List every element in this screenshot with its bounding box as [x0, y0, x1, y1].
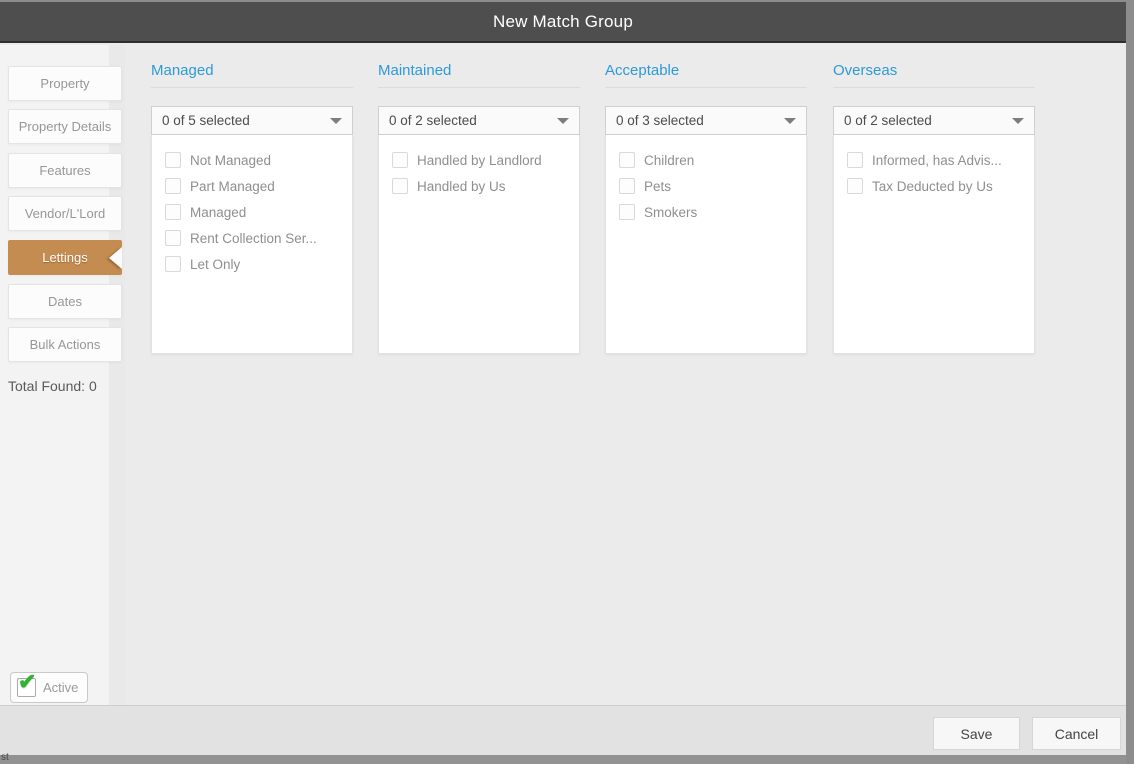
- option-label: Smokers: [644, 204, 698, 220]
- option-label: Handled by Us: [417, 178, 506, 194]
- column-maintained: Maintained 0 of 2 selected Handled by La…: [378, 45, 580, 354]
- active-checkbox[interactable]: ✔ Active: [10, 671, 89, 703]
- dropdown-summary: 0 of 2 selected: [389, 113, 477, 128]
- sidebar-item-label: Features: [39, 163, 91, 178]
- column-title: Maintained: [378, 62, 452, 79]
- checkbox[interactable]: [165, 204, 181, 220]
- sidebar-item-property-details[interactable]: Property Details: [8, 109, 122, 144]
- checkbox[interactable]: [619, 204, 635, 220]
- dialog-title: New Match Group: [493, 11, 633, 31]
- option-row[interactable]: Handled by Us: [379, 173, 579, 199]
- option-label: Tax Deducted by Us: [872, 178, 993, 194]
- cancel-button[interactable]: Cancel: [1032, 717, 1121, 750]
- sidebar-band: [109, 45, 125, 705]
- maintained-multiselect-dropdown[interactable]: 0 of 2 selected: [378, 106, 580, 135]
- background-window-edge: [0, 755, 1134, 764]
- chevron-down-icon: [784, 117, 796, 124]
- sidebar-item-dates[interactable]: Dates: [8, 284, 122, 319]
- chevron-down-icon: [557, 117, 569, 124]
- checkbox[interactable]: [165, 230, 181, 246]
- option-list: Children Pets Smokers: [605, 135, 807, 354]
- clipped-background-text: st: [1, 752, 9, 763]
- sidebar-item-property[interactable]: Property: [8, 66, 122, 101]
- option-row[interactable]: Not Managed: [152, 147, 352, 173]
- option-row[interactable]: Children: [606, 147, 806, 173]
- option-label: Part Managed: [190, 178, 275, 194]
- dialog-footer: Save Cancel: [0, 705, 1126, 755]
- sidebar-item-label: Bulk Actions: [29, 337, 101, 352]
- acceptable-multiselect-dropdown[interactable]: 0 of 3 selected: [605, 106, 807, 135]
- option-row[interactable]: Part Managed: [152, 173, 352, 199]
- sidebar-item-lettings[interactable]: Lettings: [8, 240, 122, 275]
- managed-multiselect-dropdown[interactable]: 0 of 5 selected: [151, 106, 353, 135]
- save-button[interactable]: Save: [933, 717, 1020, 750]
- option-label: Rent Collection Ser...: [190, 230, 317, 246]
- column-title-rule: [833, 87, 1035, 88]
- dropdown-summary: 0 of 2 selected: [844, 113, 932, 128]
- active-checkbox-label: Active: [43, 680, 79, 695]
- option-list: Handled by Landlord Handled by Us: [378, 135, 580, 354]
- sidebar-item-bulk-actions[interactable]: Bulk Actions: [8, 327, 122, 362]
- column-title: Overseas: [833, 62, 898, 79]
- chevron-down-icon: [1012, 117, 1024, 124]
- column-title-rule: [378, 87, 580, 88]
- option-label: Children: [644, 152, 695, 168]
- checkbox[interactable]: [847, 152, 863, 168]
- sidebar-item-label: Property Details: [18, 119, 112, 134]
- option-list: Not Managed Part Managed Managed Rent Co…: [151, 135, 353, 354]
- active-tab-arrow-icon: [109, 246, 122, 269]
- column-acceptable: Acceptable 0 of 3 selected Children Pets…: [605, 45, 807, 354]
- option-row[interactable]: Let Only: [152, 251, 352, 277]
- column-title: Acceptable: [605, 62, 680, 79]
- option-row[interactable]: Handled by Landlord: [379, 147, 579, 173]
- option-row[interactable]: Informed, has Advis...: [834, 147, 1034, 173]
- column-managed: Managed 0 of 5 selected Not Managed Part…: [151, 45, 353, 354]
- option-row[interactable]: Tax Deducted by Us: [834, 173, 1034, 199]
- option-label: Handled by Landlord: [417, 152, 542, 168]
- sidebar: Property Property Details Features Vendo…: [0, 45, 125, 705]
- option-label: Informed, has Advis...: [872, 152, 1002, 168]
- option-row[interactable]: Managed: [152, 199, 352, 225]
- option-label: Not Managed: [190, 152, 272, 168]
- dropdown-summary: 0 of 5 selected: [162, 113, 250, 128]
- checkbox[interactable]: [619, 178, 635, 194]
- checkbox[interactable]: [165, 152, 181, 168]
- new-match-group-dialog: New Match Group Property Property Detail…: [0, 0, 1134, 764]
- sidebar-item-label: Property: [40, 76, 90, 91]
- column-title-rule: [151, 87, 353, 88]
- option-row[interactable]: Rent Collection Ser...: [152, 225, 352, 251]
- checkbox[interactable]: [392, 152, 408, 168]
- sidebar-item-features[interactable]: Features: [8, 153, 122, 188]
- checkbox[interactable]: [392, 178, 408, 194]
- active-checkbox-box[interactable]: ✔: [17, 671, 36, 697]
- match-criteria-area: Managed 0 of 5 selected Not Managed Part…: [125, 45, 1126, 705]
- sidebar-item-label: Lettings: [42, 250, 88, 265]
- checkbox[interactable]: [165, 178, 181, 194]
- option-row[interactable]: Smokers: [606, 199, 806, 225]
- column-overseas: Overseas 0 of 2 selected Informed, has A…: [833, 45, 1035, 354]
- checkbox[interactable]: [165, 256, 181, 272]
- column-title: Managed: [151, 62, 214, 79]
- dropdown-summary: 0 of 3 selected: [616, 113, 704, 128]
- overseas-multiselect-dropdown[interactable]: 0 of 2 selected: [833, 106, 1035, 135]
- dialog-titlebar: New Match Group: [0, 2, 1126, 43]
- check-icon: ✔: [18, 669, 37, 694]
- checkbox[interactable]: [619, 152, 635, 168]
- sidebar-item-label: Vendor/L'Lord: [24, 206, 106, 221]
- background-window-right-edge: [1126, 0, 1134, 764]
- checkbox[interactable]: [847, 178, 863, 194]
- column-title-rule: [605, 87, 807, 88]
- total-found-label: Total Found: 0: [8, 378, 97, 394]
- chevron-down-icon: [330, 117, 342, 124]
- option-label: Let Only: [190, 256, 241, 272]
- option-list: Informed, has Advis... Tax Deducted by U…: [833, 135, 1035, 354]
- sidebar-item-vendor-llord[interactable]: Vendor/L'Lord: [8, 196, 122, 231]
- option-label: Pets: [644, 178, 672, 194]
- sidebar-item-label: Dates: [48, 294, 82, 309]
- option-row[interactable]: Pets: [606, 173, 806, 199]
- option-label: Managed: [190, 204, 247, 220]
